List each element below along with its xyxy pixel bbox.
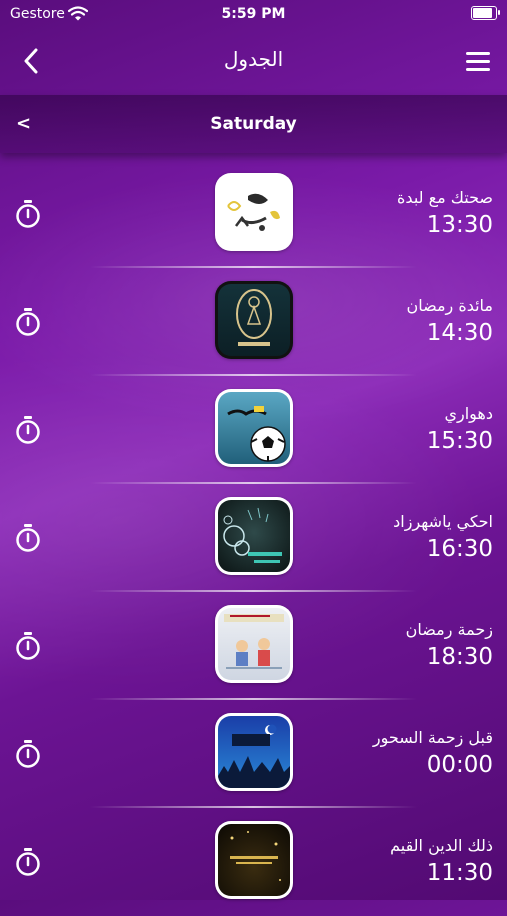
show-title: مائدة رمضان — [406, 296, 493, 315]
show-time: 13:30 — [426, 212, 493, 238]
page-title: الجدول — [223, 47, 284, 71]
status-time: 5:59 PM — [221, 6, 286, 22]
day-selector: < Saturday — [0, 95, 507, 153]
show-thumbnail — [215, 281, 293, 359]
show-thumbnail — [215, 605, 293, 683]
show-thumbnail — [215, 389, 293, 467]
stopwatch-icon[interactable] — [15, 523, 41, 553]
show-title: صحتك مع لبدة — [397, 188, 493, 207]
stopwatch-icon[interactable] — [15, 631, 41, 661]
show-title: احكي ياشهرزاد — [393, 512, 493, 531]
show-time: 18:30 — [426, 644, 493, 670]
stopwatch-icon[interactable] — [15, 847, 41, 877]
schedule-row[interactable]: احكي ياشهرزاد 16:30 — [0, 484, 507, 592]
show-time: 14:30 — [426, 320, 493, 346]
stopwatch-icon[interactable] — [15, 199, 41, 229]
show-title: قبل زحمة السحور — [372, 728, 493, 747]
show-title: دهواري — [444, 404, 493, 423]
stopwatch-icon[interactable] — [15, 415, 41, 445]
schedule-list: صحتك مع لبدة 13:30 مائدة رمضان 14:30 دهو… — [0, 160, 507, 916]
status-bar: Gestore 5:59 PM — [0, 0, 507, 30]
show-time: 16:30 — [426, 536, 493, 562]
day-label: Saturday — [210, 114, 297, 134]
battery-icon — [471, 6, 500, 20]
show-time: 11:30 — [426, 860, 493, 886]
show-title: ذلك الدين القيم — [390, 836, 493, 855]
show-thumbnail — [215, 173, 293, 251]
schedule-row[interactable]: دهواري 15:30 — [0, 376, 507, 484]
schedule-row[interactable]: صحتك مع لبدة 13:30 — [0, 160, 507, 268]
show-title: زحمة رمضان — [405, 620, 493, 639]
schedule-row[interactable]: قبل زحمة السحور 00:00 — [0, 700, 507, 808]
stopwatch-icon[interactable] — [15, 307, 41, 337]
show-time: 15:30 — [426, 428, 493, 454]
navigation-bar: الجدول — [0, 30, 507, 92]
show-thumbnail — [215, 821, 293, 899]
show-thumbnail — [215, 713, 293, 791]
hamburger-menu-icon — [466, 51, 490, 55]
show-thumbnail — [215, 497, 293, 575]
menu-button[interactable] — [463, 46, 493, 76]
stopwatch-icon[interactable] — [15, 739, 41, 769]
schedule-row[interactable]: مائدة رمضان 14:30 — [0, 268, 507, 376]
show-time: 00:00 — [426, 752, 493, 778]
schedule-row[interactable]: زحمة رمضان 18:30 — [0, 592, 507, 700]
